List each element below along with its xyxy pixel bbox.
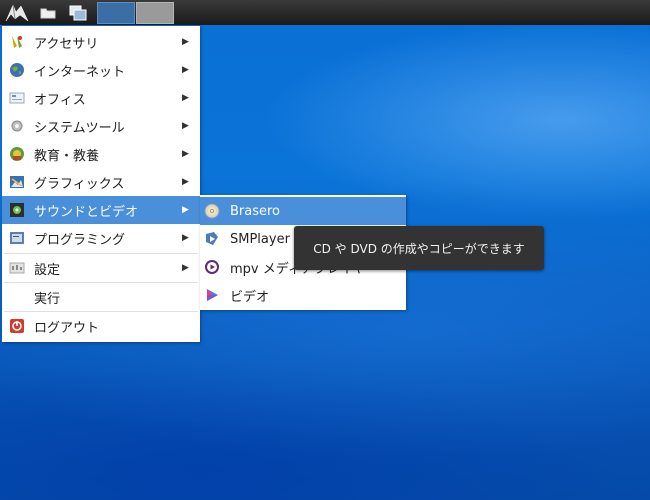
submenu-arrow-icon: ▶ xyxy=(182,233,189,243)
graphics-icon xyxy=(9,174,25,190)
taskbar xyxy=(0,0,650,25)
office-icon xyxy=(9,90,25,106)
menu-item-sound-video[interactable]: サウンドとビデオ ▶ xyxy=(2,196,200,224)
submenu-arrow-icon: ▶ xyxy=(182,93,189,103)
menu-item-system-tools[interactable]: システムツール ▶ xyxy=(2,112,200,140)
brasero-disc-icon xyxy=(204,203,220,219)
menu-item-label: 設定 xyxy=(34,262,61,278)
education-icon xyxy=(9,146,25,162)
mpv-icon xyxy=(204,259,220,275)
multimedia-icon xyxy=(9,202,25,218)
menu-item-education[interactable]: 教育・教養 ▶ xyxy=(2,140,200,168)
menu-item-accessories[interactable]: アクセサリ ▶ xyxy=(2,28,200,56)
submenu-arrow-icon: ▶ xyxy=(182,121,189,131)
taskbar-window-button[interactable] xyxy=(136,2,174,24)
menu-item-graphics[interactable]: グラフィックス ▶ xyxy=(2,168,200,196)
menu-item-label: アクセサリ xyxy=(34,36,99,52)
menu-item-label: グラフィックス xyxy=(34,176,125,192)
submenu-arrow-icon: ▶ xyxy=(182,205,189,215)
menu-item-office[interactable]: オフィス ▶ xyxy=(2,84,200,112)
accessories-icon xyxy=(9,34,25,50)
menu-item-run[interactable]: 実行 xyxy=(2,283,200,311)
settings-icon xyxy=(9,260,25,276)
file-manager-launcher[interactable] xyxy=(36,2,60,23)
globe-icon xyxy=(9,62,25,78)
start-menu-button[interactable] xyxy=(2,2,32,23)
menu-item-label: サウンドとビデオ xyxy=(34,204,139,220)
menu-item-label: オフィス xyxy=(34,92,86,108)
menu-item-programming[interactable]: プログラミング ▶ xyxy=(2,224,200,252)
menu-item-label: プログラミング xyxy=(34,232,126,248)
show-desktop-icon xyxy=(69,5,87,20)
application-menu: アクセサリ ▶ インターネット ▶ オフィス ▶ システムツール ▶ 教育・教養… xyxy=(2,26,200,342)
submenu-arrow-icon: ▶ xyxy=(182,263,189,273)
taskbar-window-button[interactable] xyxy=(97,2,135,24)
menu-item-label: システムツール xyxy=(34,120,125,136)
tooltip-text: CD や DVD の作成やコピーができます xyxy=(313,241,525,256)
menu-item-label: ビデオ xyxy=(230,289,270,305)
tooltip: CD や DVD の作成やコピーができます xyxy=(294,226,544,270)
folder-icon xyxy=(40,8,56,18)
video-icon xyxy=(204,287,220,303)
submenu-item-video[interactable]: ビデオ xyxy=(200,281,406,309)
menu-item-settings[interactable]: 設定 ▶ xyxy=(2,254,200,282)
menu-item-label: ログアウト xyxy=(34,320,100,336)
show-desktop-button[interactable] xyxy=(64,2,92,23)
menu-item-label: 実行 xyxy=(34,291,61,307)
system-tools-icon xyxy=(9,118,25,134)
menu-item-label: Brasero xyxy=(230,203,281,219)
submenu-arrow-icon: ▶ xyxy=(182,177,189,187)
programming-icon xyxy=(9,230,25,246)
menu-item-label: 教育・教養 xyxy=(34,148,100,164)
submenu-item-brasero[interactable]: Brasero xyxy=(200,197,406,225)
menu-item-internet[interactable]: インターネット ▶ xyxy=(2,56,200,84)
logout-icon xyxy=(9,318,25,334)
menu-item-logout[interactable]: ログアウト xyxy=(2,312,200,340)
menu-item-label: インターネット xyxy=(34,64,126,80)
submenu-arrow-icon: ▶ xyxy=(182,65,189,75)
submenu-arrow-icon: ▶ xyxy=(182,37,189,47)
submenu-arrow-icon: ▶ xyxy=(182,149,189,159)
smplayer-icon xyxy=(204,231,220,247)
lxde-start-icon xyxy=(5,3,29,21)
